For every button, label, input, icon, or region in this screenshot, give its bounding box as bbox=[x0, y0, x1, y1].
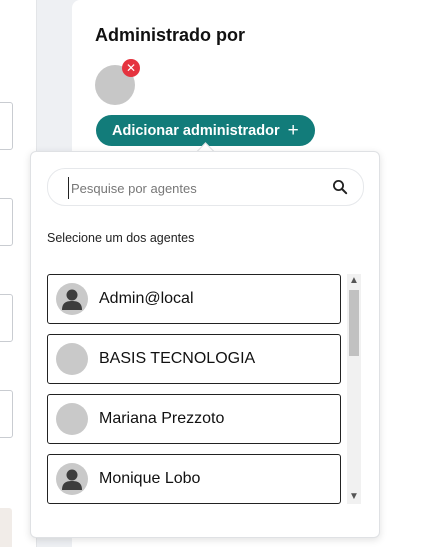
background-input-field[interactable] bbox=[0, 294, 13, 342]
agent-item-admin-local[interactable]: Admin@local bbox=[47, 274, 341, 324]
chevron-up-icon[interactable]: ▲ bbox=[347, 274, 361, 288]
agent-name: BASIS TECNOLOGIA bbox=[99, 350, 256, 367]
blank-avatar bbox=[56, 343, 88, 375]
agent-name: Admin@local bbox=[99, 290, 194, 307]
person-icon bbox=[56, 463, 88, 495]
close-icon[interactable]: ✕ bbox=[122, 59, 140, 77]
background-thumbnail bbox=[0, 508, 12, 547]
plus-icon: + bbox=[287, 120, 299, 141]
scrollbar-thumb[interactable] bbox=[349, 290, 359, 356]
chevron-down-icon[interactable]: ▼ bbox=[347, 490, 361, 504]
agent-name: Mariana Prezzoto bbox=[99, 410, 225, 427]
blank-avatar bbox=[56, 403, 88, 435]
section-title: Administrado por bbox=[95, 25, 246, 45]
search-input[interactable] bbox=[68, 177, 323, 199]
person-icon bbox=[56, 283, 88, 315]
background-input-field[interactable] bbox=[0, 198, 13, 246]
add-admin-label: Adicionar administrador bbox=[112, 122, 280, 139]
background-input-field[interactable] bbox=[0, 102, 13, 150]
agent-list: Admin@local BASIS TECNOLOGIA Mariana Pre… bbox=[47, 274, 343, 514]
agent-item-basis-tecnologia[interactable]: BASIS TECNOLOGIA bbox=[47, 334, 341, 384]
agent-list-scrollbar[interactable]: ▲ ▼ bbox=[347, 274, 361, 504]
agent-item-mariana-prezzoto[interactable]: Mariana Prezzoto bbox=[47, 394, 341, 444]
search-icon[interactable] bbox=[332, 179, 348, 195]
background-input-field[interactable] bbox=[0, 390, 13, 438]
agent-item-monique-lobo[interactable]: Monique Lobo bbox=[47, 454, 341, 504]
select-agent-label: Selecione um dos agentes bbox=[47, 231, 195, 245]
search-field[interactable] bbox=[47, 168, 364, 206]
agent-picker-dropdown: Selecione um dos agentes Admin@local BAS… bbox=[30, 151, 380, 538]
agent-name: Monique Lobo bbox=[99, 470, 201, 487]
